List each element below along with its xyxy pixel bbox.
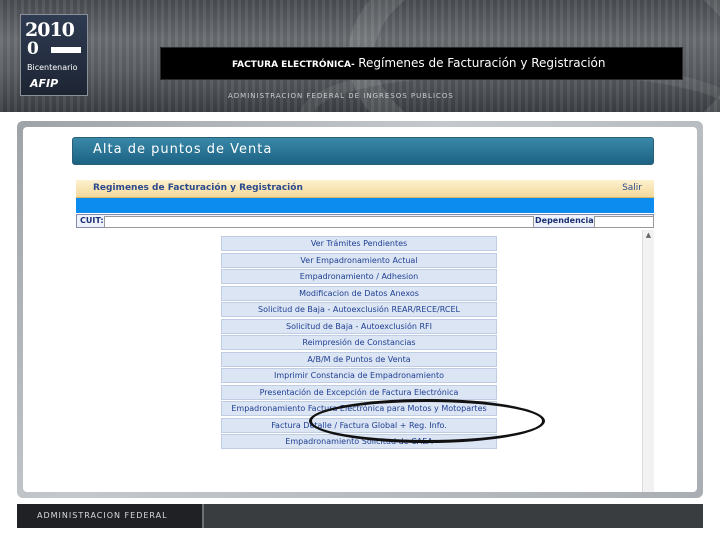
title-main: Regímenes de Facturación y Registración [358,56,606,70]
section-banner: Alta de puntos de Venta [72,137,654,165]
app-title: Regimenes de Facturación y Registración [93,183,303,193]
footer-bar: ADMINISTRACION FEDERAL [17,504,703,528]
menu-item-reimpresion[interactable]: Reimpresión de Constancias [221,335,497,350]
highlight-oval [309,399,545,443]
title-prefix: FACTURA ELECTRÓNICA- [232,60,355,70]
menu-item-baja-rfi[interactable]: Solicitud de Baja - Autoexclusión RFI [221,318,497,334]
logo-bar [51,47,81,53]
menu-item-baja-rear[interactable]: Solicitud de Baja - Autoexclusión REAR/R… [221,302,497,317]
logo-word: Bicentenario [27,63,78,72]
header-subline: ADMINISTRACION FEDERAL DE INGRESOS PUBLI… [228,92,454,100]
page-title: FACTURA ELECTRÓNICA- Regímenes de Factur… [232,54,606,72]
title-box: FACTURA ELECTRÓNICA- Regímenes de Factur… [160,47,683,80]
logo-year: 2010 [25,19,75,41]
dependencia-label: Dependencia: [535,216,597,225]
app-blue-strip [76,198,654,213]
menu-item-modificacion-datos[interactable]: Modificacion de Datos Anexos [221,285,497,301]
dependencia-field[interactable] [594,216,654,228]
scroll-up-icon[interactable]: ▲ [643,230,654,240]
menu-item-excepcion-fe[interactable]: Presentación de Excepción de Factura Ele… [221,384,497,400]
menu-item-ver-tramites[interactable]: Ver Trámites Pendientes [221,236,497,251]
content-frame: Alta de puntos de Venta Regimenes de Fac… [17,121,703,498]
menu-item-imprimir-constancia[interactable]: Imprimir Constancia de Empadronamiento [221,368,497,383]
scrollbar[interactable]: ▲ [642,230,654,492]
menu-item-abm-puntos-venta[interactable]: A/B/M de Puntos de Venta [221,351,497,367]
header-banner: ADMINISTRACION FEDERAL DE INGRESOS PUBLI… [0,0,720,112]
cuit-row: CUIT: Dependencia: [76,214,654,228]
menu-item-ver-empadronamiento[interactable]: Ver Empadronamiento Actual [221,252,497,268]
cuit-field[interactable] [104,216,534,228]
footer-label-box: ADMINISTRACION FEDERAL [17,504,204,528]
app-titlebar: Regimenes de Facturación y Registración … [76,180,654,198]
afip-logo: AFIP [30,77,59,90]
footer-label: ADMINISTRACION FEDERAL [37,511,168,520]
logo-zero: 0 [27,39,39,59]
cuit-label: CUIT: [80,216,104,225]
bicentenario-logo: 2010 0 Bicentenario AFIP [20,14,88,96]
menu-item-empadronamiento-adhesion[interactable]: Empadronamiento / Adhesion [221,269,497,284]
app-window: Regimenes de Facturación y Registración … [76,180,654,492]
content-panel: Alta de puntos de Venta Regimenes de Fac… [23,127,697,492]
salir-link[interactable]: Salir [622,183,642,193]
section-title: Alta de puntos de Venta [93,142,273,157]
